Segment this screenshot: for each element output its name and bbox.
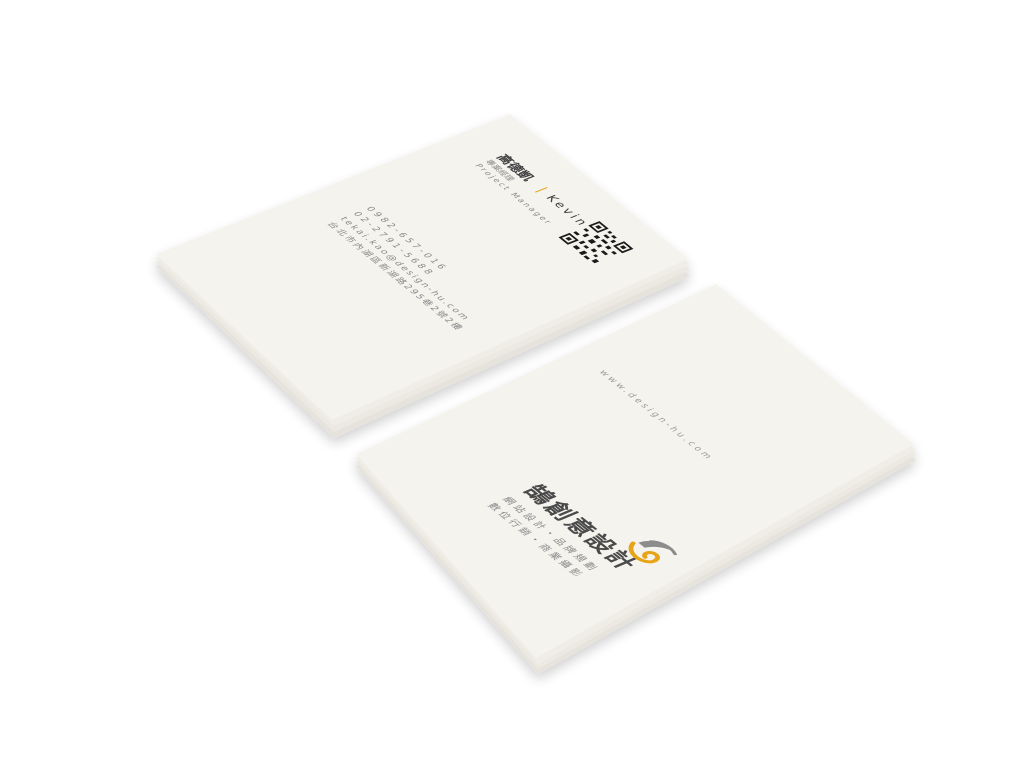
mockup-canvas: 高德凱 | Kevin 專案經理 Project Manager 0982-65… <box>156 114 916 674</box>
mockup-scene: 高德凱 | Kevin 專案經理 Project Manager 0982-65… <box>0 0 1024 768</box>
